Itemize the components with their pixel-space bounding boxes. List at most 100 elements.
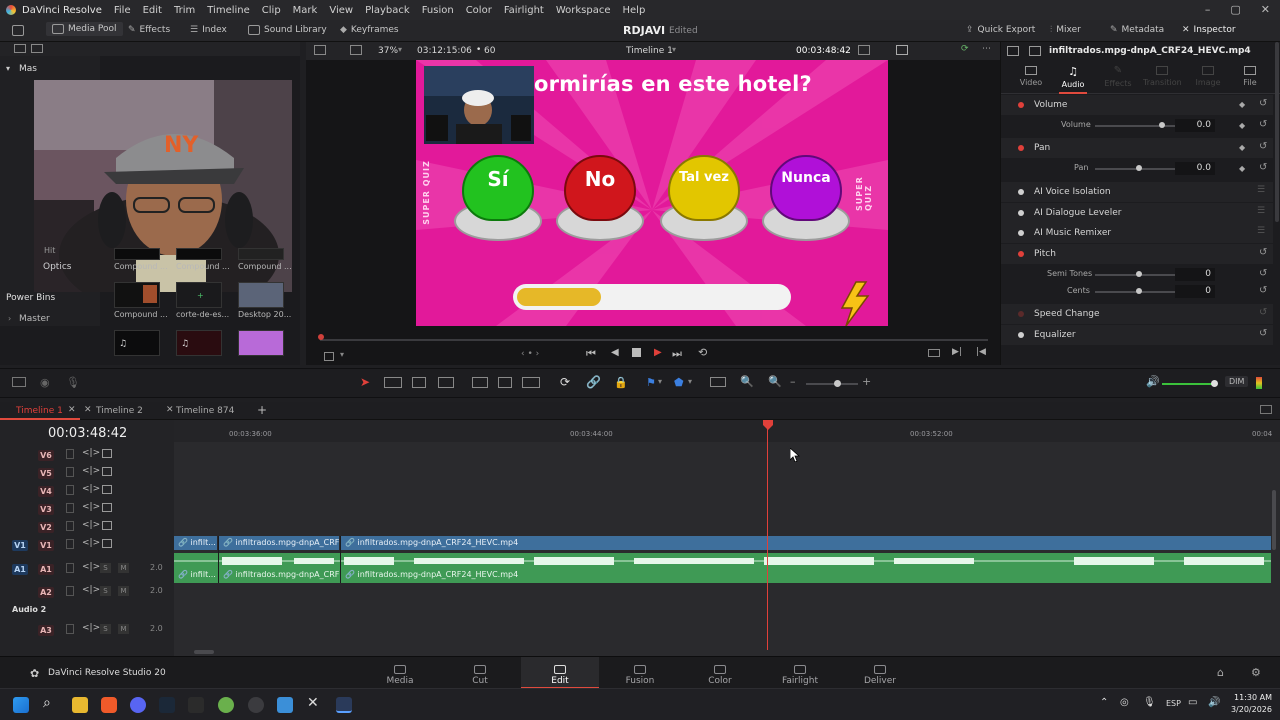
inspector-layout-icon[interactable] xyxy=(1029,46,1041,56)
app-icon[interactable] xyxy=(248,697,264,713)
dynamic-trim-icon[interactable] xyxy=(412,377,426,388)
close-tab-icon[interactable]: ✕ xyxy=(84,405,92,415)
audio-clip-thumbnail[interactable]: ♫ xyxy=(176,330,222,356)
semitones-slider-knob[interactable] xyxy=(1136,271,1142,277)
tab-timeline-1[interactable]: Timeline 1 ✕ xyxy=(0,402,80,420)
menu-fusion[interactable]: Fusion xyxy=(416,5,460,16)
menu-fairlight[interactable]: Fairlight xyxy=(498,5,550,16)
video-clip[interactable]: 🔗 infilt... xyxy=(174,536,217,550)
dim-button[interactable]: DIM xyxy=(1225,376,1249,387)
overwrite-clip-icon[interactable] xyxy=(498,377,512,388)
source-patch-v1[interactable]: V1 xyxy=(12,540,28,551)
menu-workspace[interactable]: Workspace xyxy=(550,5,617,16)
enable-toggle-icon[interactable] xyxy=(1018,102,1024,108)
zoom-detail-icon[interactable]: 🔍 xyxy=(740,375,754,388)
semitones-slider[interactable] xyxy=(1095,274,1175,276)
add-timeline-icon[interactable]: + xyxy=(257,403,267,417)
play-icon[interactable]: ▶ xyxy=(654,347,662,358)
zoom-slider-knob[interactable] xyxy=(834,380,841,387)
lock-icon[interactable]: 🔒 xyxy=(614,376,628,389)
mixer-button[interactable]: ⫶ Mixer xyxy=(1050,25,1081,35)
viewer-timeline-name[interactable]: Timeline 1 xyxy=(626,46,673,56)
mute-icon[interactable]: M xyxy=(118,586,129,596)
solo-icon[interactable]: S xyxy=(100,563,111,573)
menu-icon[interactable]: ☰ xyxy=(1257,185,1265,195)
selection-tool-icon[interactable]: ➤ xyxy=(360,375,370,389)
sound-library-button[interactable]: Sound Library xyxy=(248,25,327,35)
menu-help[interactable]: Help xyxy=(617,5,652,16)
chevron-up-icon[interactable]: ⌃ xyxy=(1100,697,1108,708)
track-id[interactable]: V1 xyxy=(38,540,54,551)
reset-icon[interactable]: ↺ xyxy=(1259,307,1267,318)
track-id[interactable]: A1 xyxy=(38,564,54,575)
enable-toggle-icon[interactable] xyxy=(1018,189,1024,195)
enable-toggle-icon[interactable] xyxy=(1018,210,1024,216)
zoom-in-icon[interactable]: + xyxy=(862,375,871,388)
optics-bin[interactable]: Optics xyxy=(43,262,71,272)
scrubber-playhead[interactable] xyxy=(318,334,324,340)
pitch-section[interactable]: Pitch xyxy=(1001,244,1273,264)
pan-value[interactable]: 0.0 xyxy=(1175,162,1215,175)
skip-back-icon[interactable]: ⏮ xyxy=(586,347,596,361)
chevron-down-icon[interactable]: ▾ xyxy=(398,45,402,54)
master-bin-label[interactable]: Mas xyxy=(19,64,37,74)
volume-section[interactable]: Volume xyxy=(1001,95,1273,115)
maximize-icon[interactable]: ▢ xyxy=(1230,3,1240,16)
lock-icon[interactable] xyxy=(66,563,74,573)
zoom-slider[interactable] xyxy=(806,383,858,385)
zoom-level[interactable]: 37% xyxy=(378,46,398,56)
auto-track-icon[interactable]: <|> xyxy=(82,623,100,633)
monitor-volume-slider[interactable] xyxy=(1162,383,1214,385)
reset-icon[interactable]: ↺ xyxy=(1259,119,1267,130)
pan-slider-knob[interactable] xyxy=(1136,165,1142,171)
reset-icon[interactable]: ↺ xyxy=(1259,328,1267,339)
lock-icon[interactable] xyxy=(66,449,74,459)
speed-change-section[interactable]: Speed Change xyxy=(1001,304,1273,324)
menu-trim[interactable]: Trim xyxy=(168,5,201,16)
track-visibility-icon[interactable] xyxy=(102,449,112,458)
track-id[interactable]: V6 xyxy=(38,450,54,461)
bin-list-icon[interactable] xyxy=(14,44,26,53)
source-patch-a1[interactable]: A1 xyxy=(12,564,28,575)
reset-icon[interactable]: ↺ xyxy=(1259,285,1267,296)
panel-layout-icon[interactable] xyxy=(12,25,24,36)
minimize-icon[interactable]: – xyxy=(1205,3,1211,16)
auto-track-icon[interactable]: <|> xyxy=(82,502,100,512)
auto-track-icon[interactable]: <|> xyxy=(82,562,100,572)
tab-effects[interactable]: ✎ Effects xyxy=(1103,66,1133,89)
audio-clip[interactable]: 🔗 infiltrados.mpg-dnpA_CRF24_HEVC.mp4 xyxy=(341,568,941,582)
menu-icon[interactable]: ☰ xyxy=(1257,206,1265,216)
lock-icon[interactable] xyxy=(66,485,74,495)
lock-icon[interactable] xyxy=(66,503,74,513)
clip-thumbnail[interactable] xyxy=(238,248,284,260)
cents-slider[interactable] xyxy=(1095,291,1175,293)
track-id[interactable]: V3 xyxy=(38,504,54,515)
menu-icon[interactable]: ☰ xyxy=(1257,226,1265,236)
page-cut[interactable]: Cut xyxy=(441,657,519,689)
zoom-full-icon[interactable] xyxy=(710,377,726,387)
file-explorer-icon[interactable] xyxy=(72,697,88,713)
timeline-ruler[interactable] xyxy=(174,420,1280,442)
clip-thumbnail[interactable] xyxy=(114,282,160,308)
track-id[interactable]: V2 xyxy=(38,522,54,533)
settings-icon[interactable]: ⚙ xyxy=(1251,666,1261,679)
close-icon[interactable]: ✕ xyxy=(1261,3,1270,16)
photos-icon[interactable] xyxy=(277,697,293,713)
track-scrollbar[interactable] xyxy=(1272,490,1276,550)
marker-icon[interactable]: ⬟ xyxy=(674,376,684,389)
tab-timeline-874[interactable]: ✕ Timeline 874 xyxy=(164,402,252,420)
discord-icon[interactable] xyxy=(130,697,146,713)
clip-thumbnail[interactable] xyxy=(238,330,284,356)
video-track-header[interactable]: V4 <|> xyxy=(0,483,174,501)
clip-thumbnail[interactable] xyxy=(238,282,284,308)
skip-forward-icon[interactable]: ⏭ xyxy=(672,347,682,361)
mute-icon[interactable]: M xyxy=(118,563,129,573)
auto-track-icon[interactable]: <|> xyxy=(82,448,100,458)
viewer-mode-icon[interactable] xyxy=(350,45,362,55)
track-visibility-icon[interactable] xyxy=(102,503,112,512)
video-clip[interactable]: 🔗 infiltrados.mpg-dnpA_CRF... xyxy=(219,536,339,550)
replace-clip-icon[interactable] xyxy=(522,377,540,388)
video-track-header[interactable]: V2 <|> xyxy=(0,519,174,537)
trim-tool-icon[interactable] xyxy=(384,377,402,388)
semitones-value[interactable]: 0 xyxy=(1175,268,1215,281)
